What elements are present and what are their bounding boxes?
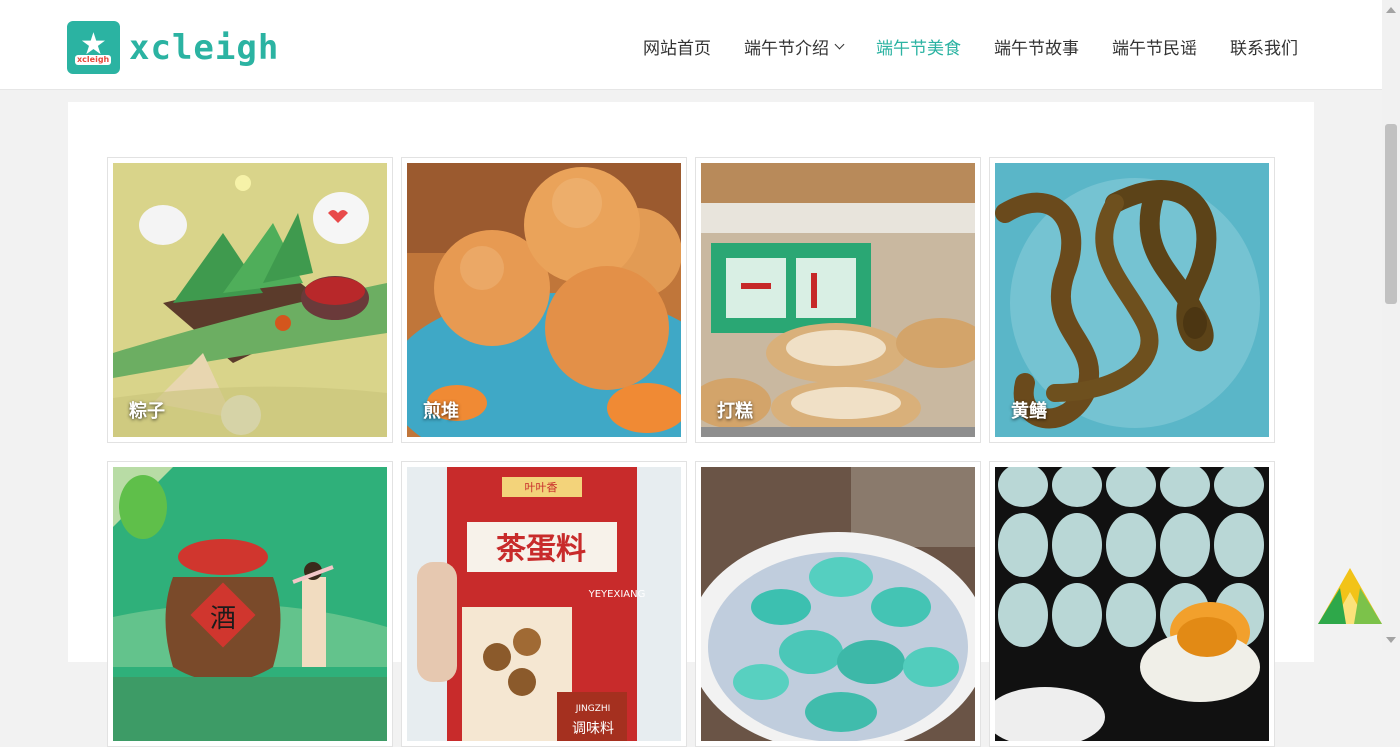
jar-label: 酒 <box>210 604 236 634</box>
gallery-caption: 煎堆 <box>423 401 459 422</box>
package-jingzhi: JINGZHI <box>575 704 611 714</box>
rice-cake-image: 打糕 <box>701 163 975 437</box>
gallery-card-rice-cake[interactable]: 打糕 <box>695 157 981 443</box>
nav-item-ballads[interactable]: 端午节民谣 <box>1112 34 1197 59</box>
gallery-card-wine[interactable]: 酒 <box>107 461 393 747</box>
nav-item-home[interactable]: 网站首页 <box>643 34 711 59</box>
nav-item-intro[interactable]: 端午节介绍 <box>744 34 845 59</box>
main-content: 粽子 煎堆 打糕 黄鳝 酒 叶叶香 茶蛋料 YEYEXIANG JINGZHI … <box>68 102 1314 747</box>
sesame-ball-image: 煎堆 <box>407 163 681 437</box>
logo-badge-icon: ★ xcleigh <box>67 21 120 74</box>
salted-duck-egg-image <box>995 467 1269 741</box>
scroll-down-icon[interactable] <box>1386 637 1396 643</box>
gallery-card-eel[interactable]: 黄鳝 <box>989 157 1275 443</box>
eel-image: 黄鳝 <box>995 163 1269 437</box>
nav-item-stories[interactable]: 端午节故事 <box>994 34 1079 59</box>
scrollbar-thumb[interactable] <box>1385 124 1397 304</box>
package-title: 茶蛋料 <box>496 532 586 567</box>
nav-item-label: 端午节介绍 <box>744 39 829 59</box>
nav-item-food[interactable]: 端午节美食 <box>876 34 961 59</box>
gallery-card-duck-egg[interactable] <box>989 461 1275 747</box>
gallery-card-sesame-ball[interactable]: 煎堆 <box>401 157 687 443</box>
nav-item-label: 联系我们 <box>1230 39 1298 59</box>
gallery-caption: 粽子 <box>129 401 165 422</box>
gallery-caption: 打糕 <box>717 401 753 422</box>
tea-egg-seasoning-image: 叶叶香 茶蛋料 YEYEXIANG JINGZHI 调味料 <box>407 467 681 741</box>
food-gallery: 粽子 煎堆 打糕 黄鳝 酒 叶叶香 茶蛋料 YEYEXIANG JINGZHI … <box>107 157 1275 747</box>
laba-garlic-image <box>701 467 975 741</box>
gallery-card-tea-egg[interactable]: 叶叶香 茶蛋料 YEYEXIANG JINGZHI 调味料 <box>401 461 687 747</box>
nav-item-label: 端午节美食 <box>876 39 961 59</box>
logo-badge-text: xcleigh <box>75 55 112 65</box>
package-seasoning: 调味料 <box>572 721 614 737</box>
floating-widget-icon[interactable] <box>1316 566 1384 626</box>
site-logo[interactable]: ★ xcleigh xcleigh <box>67 21 279 74</box>
nav-item-label: 端午节民谣 <box>1112 39 1197 59</box>
nav-item-label: 网站首页 <box>643 39 711 59</box>
logo-text: xcleigh <box>129 27 280 68</box>
gallery-card-zongzi[interactable]: 粽子 <box>107 157 393 443</box>
gallery-caption: 黄鳝 <box>1011 401 1047 422</box>
nav-item-contact[interactable]: 联系我们 <box>1230 34 1298 59</box>
nav-item-label: 端午节故事 <box>994 39 1079 59</box>
zongzi-image: 粽子 <box>113 163 387 437</box>
wine-jar-image: 酒 <box>113 467 387 741</box>
scroll-up-icon[interactable] <box>1386 7 1396 13</box>
package-brand: 叶叶香 <box>525 481 558 494</box>
site-header: ★ xcleigh xcleigh 网站首页 端午节介绍 端午节美食 端午节故事… <box>0 0 1382 90</box>
page-scrollbar[interactable] <box>1382 0 1400 650</box>
package-pinyin: YEYEXIANG <box>588 589 646 600</box>
chevron-down-icon <box>834 39 845 50</box>
gallery-card-laba-garlic[interactable] <box>695 461 981 747</box>
main-nav: 网站首页 端午节介绍 端午节美食 端午节故事 端午节民谣 联系我们 <box>610 34 1298 59</box>
